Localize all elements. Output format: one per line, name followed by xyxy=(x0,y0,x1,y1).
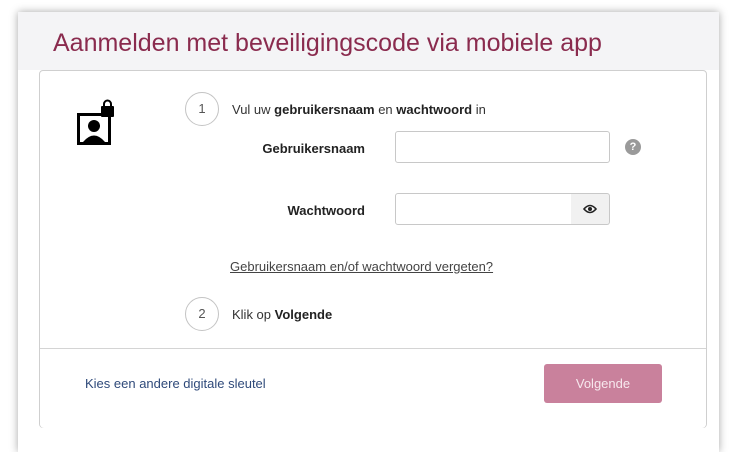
step-1-number: 1 xyxy=(185,92,219,126)
username-input[interactable] xyxy=(395,131,610,163)
next-button[interactable]: Volgende xyxy=(544,364,662,403)
password-label: Wachtwoord xyxy=(287,203,365,218)
step-2-number: 2 xyxy=(185,297,219,331)
username-label: Gebruikersnaam xyxy=(262,141,365,156)
forgot-credentials-link[interactable]: Gebruikersnaam en/of wachtwoord vergeten… xyxy=(230,259,493,274)
show-password-button[interactable] xyxy=(571,193,610,225)
password-input[interactable] xyxy=(395,193,572,225)
title-bar: Aanmelden met beveiligingscode via mobie… xyxy=(18,12,719,70)
choose-other-key-link[interactable]: Kies een andere digitale sleutel xyxy=(85,376,266,391)
user-lock-icon xyxy=(75,99,117,147)
step-2-text: Klik op Volgende xyxy=(232,307,333,322)
page-title: Aanmelden met beveiligingscode via mobie… xyxy=(53,29,602,57)
login-card: 1 Vul uw gebruikersnaam en wachtwoord in… xyxy=(39,70,707,428)
eye-icon xyxy=(583,204,597,214)
card-footer: Kies een andere digitale sleutel Volgend… xyxy=(40,348,706,428)
help-icon[interactable]: ? xyxy=(625,139,641,155)
login-page: Aanmelden met beveiligingscode via mobie… xyxy=(18,12,719,452)
step-1-text: Vul uw gebruikersnaam en wachtwoord in xyxy=(232,102,486,117)
